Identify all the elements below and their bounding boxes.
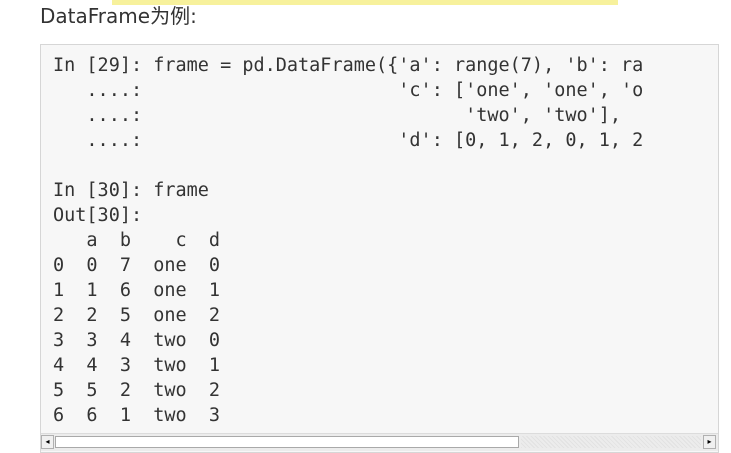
code-line: 0 0 7 one 0 bbox=[53, 255, 221, 276]
code-line: ....: 'c': ['one', 'one', 'o bbox=[53, 80, 644, 101]
code-line: ....: 'd': [0, 1, 2, 0, 1, 2 bbox=[53, 130, 644, 151]
code-line: 5 5 2 two 2 bbox=[53, 380, 221, 401]
code-text: In [29]: frame = pd.DataFrame({'a': rang… bbox=[53, 53, 643, 428]
section-heading: DataFrame为例: bbox=[40, 4, 197, 28]
code-line: In [30]: frame bbox=[53, 180, 209, 201]
code-line: 3 3 4 two 0 bbox=[53, 330, 221, 351]
code-line: a b c d bbox=[53, 230, 221, 251]
code-line: In [29]: frame = pd.DataFrame({'a': rang… bbox=[53, 55, 644, 76]
code-line: 2 2 5 one 2 bbox=[53, 305, 221, 326]
horizontal-scrollbar[interactable]: ◂ ▸ bbox=[41, 433, 718, 451]
scrollbar-thumb[interactable] bbox=[55, 436, 519, 448]
code-line: ....: 'two', 'two'], bbox=[53, 105, 622, 126]
scroll-right-arrow-icon[interactable]: ▸ bbox=[703, 435, 716, 449]
code-line: Out[30]: bbox=[53, 205, 143, 226]
code-line: 1 1 6 one 1 bbox=[53, 280, 221, 301]
scrollbar-track[interactable] bbox=[521, 436, 701, 448]
code-line: 6 6 1 two 3 bbox=[53, 405, 221, 426]
code-block: In [29]: frame = pd.DataFrame({'a': rang… bbox=[40, 44, 719, 453]
code-line: 4 4 3 two 1 bbox=[53, 355, 221, 376]
scroll-left-arrow-icon[interactable]: ◂ bbox=[41, 435, 54, 449]
